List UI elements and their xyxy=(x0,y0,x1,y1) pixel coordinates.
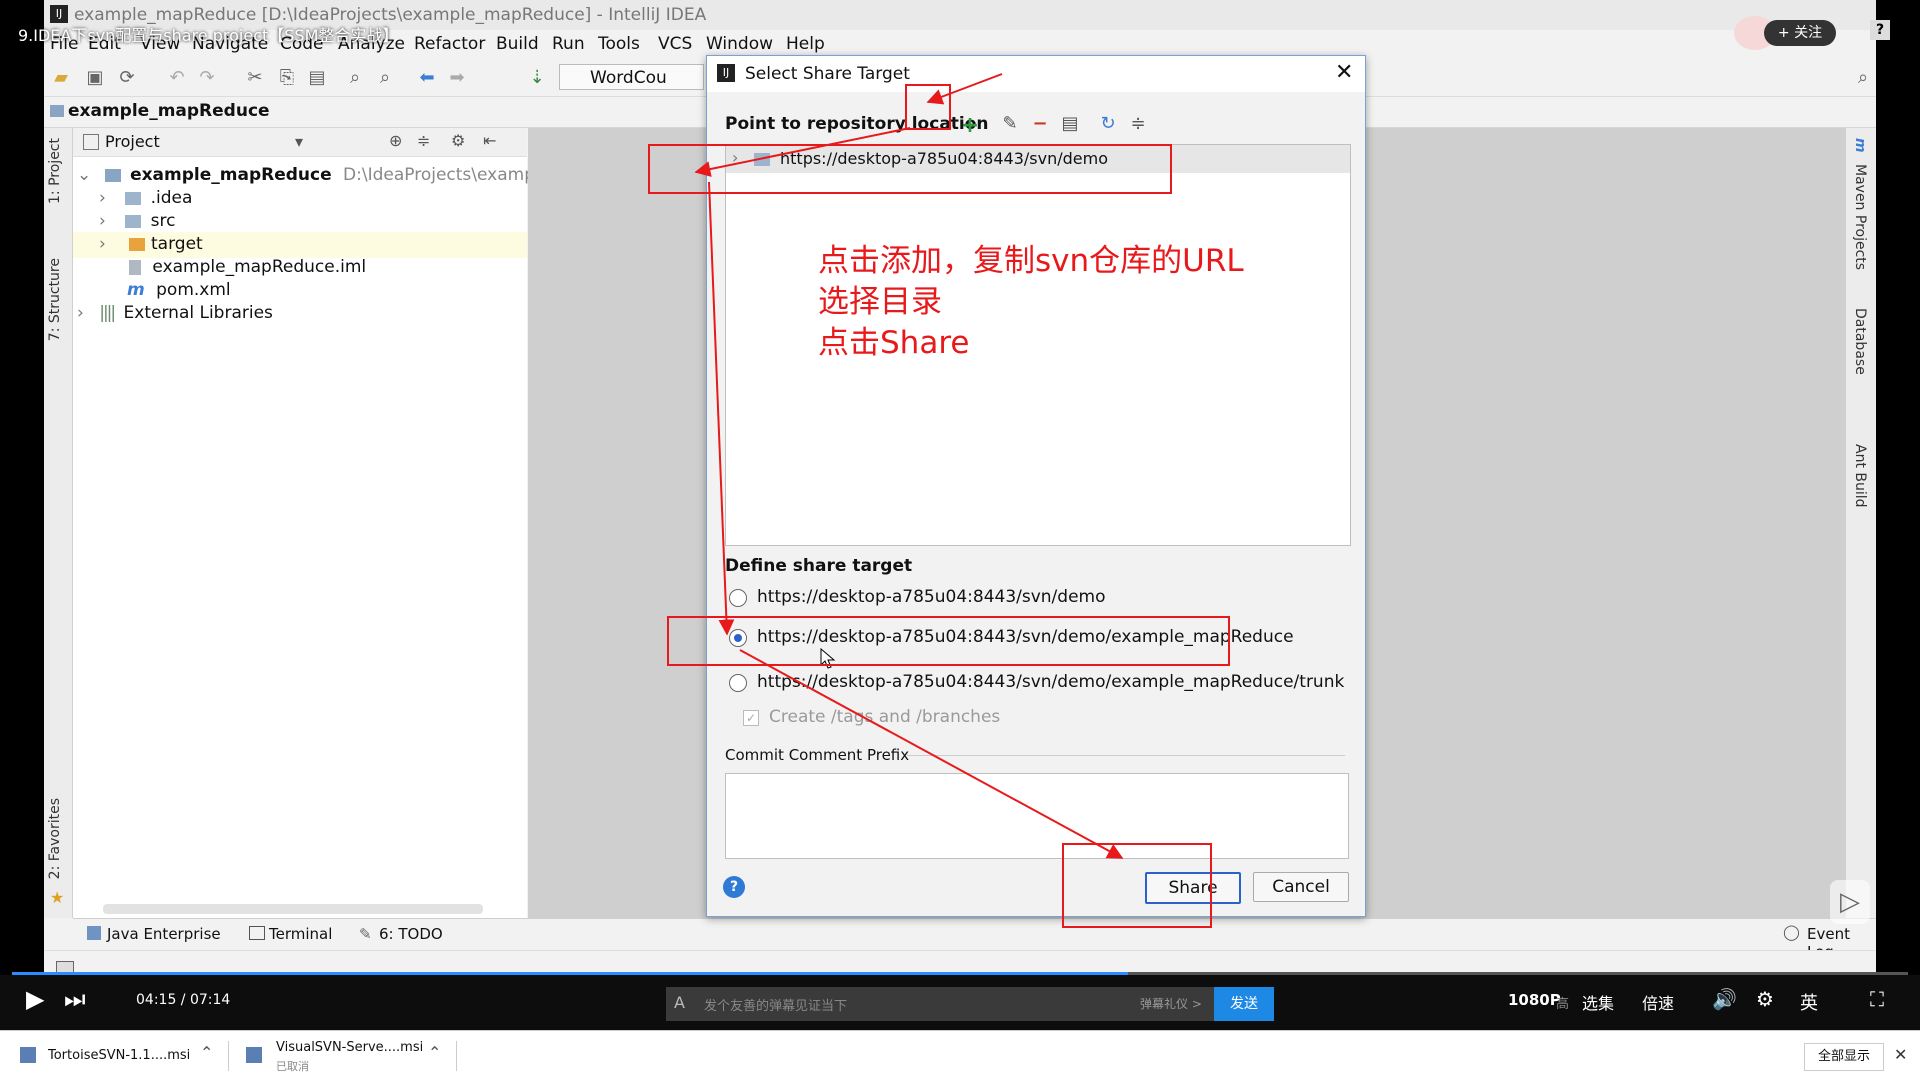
follow-button[interactable]: + 关注 xyxy=(1764,20,1836,46)
chevron-up-icon[interactable]: ⌃ xyxy=(428,1043,441,1062)
close-icon[interactable]: ✕ xyxy=(1894,1045,1907,1064)
installer-icon xyxy=(246,1047,262,1063)
download-item-2-status: 已取消 xyxy=(276,1060,309,1073)
episodes-button[interactable]: 选集 xyxy=(1582,990,1614,1014)
video-title: 9.IDEA下svn配置与share project【SSM整合实战】 xyxy=(18,26,399,45)
play-overlay-icon[interactable]: ▷ xyxy=(1830,880,1870,924)
download-item-2[interactable]: VisualSVN-Serve....msi xyxy=(276,1040,423,1055)
chevron-up-icon[interactable]: ⌃ xyxy=(200,1043,213,1062)
danmaku-style-icon[interactable]: A xyxy=(674,993,685,1012)
play-icon[interactable]: ▶ xyxy=(26,985,44,1013)
annotation-line-1: 点击添加，复制svn仓库的URL xyxy=(818,243,1244,279)
send-danmaku-button[interactable]: 发送 xyxy=(1214,987,1274,1021)
show-all-downloads-button[interactable]: 全部显示 xyxy=(1804,1043,1884,1071)
annotation-text: 点击添加，复制svn仓库的URL 选择目录 点击Share xyxy=(818,241,1244,364)
annotation-line-3: 点击Share xyxy=(818,325,970,361)
annotation-line-2: 选择目录 xyxy=(818,284,942,320)
annotation-arrows xyxy=(694,73,1124,859)
video-time: 04:15 / 07:14 xyxy=(136,992,231,1008)
danmaku-input[interactable]: A 发个友善的弹幕见证当下 弹幕礼仪 > xyxy=(666,987,1214,1021)
video-control-bar: ▶ ⏭ 04:15 / 07:14 A 发个友善的弹幕见证当下 弹幕礼仪 > 发… xyxy=(0,975,1920,1030)
danmaku-placeholder: 发个友善的弹幕见证当下 xyxy=(704,999,848,1014)
download-item-1[interactable]: TortoiseSVN-1.1....msi xyxy=(48,1048,190,1063)
divider xyxy=(228,1041,229,1071)
fullscreen-icon[interactable]: ⛶ xyxy=(1870,987,1884,1011)
installer-icon xyxy=(20,1047,36,1063)
subtitle-language-button[interactable]: 英 xyxy=(1800,989,1818,1015)
quality-select[interactable]: 1080P xyxy=(1508,991,1561,1009)
next-icon[interactable]: ⏭ xyxy=(64,985,86,1013)
volume-icon[interactable]: 🔊 xyxy=(1712,987,1737,1011)
quality-suffix: 高 xyxy=(1556,997,1570,1012)
danmaku-etiquette-link[interactable]: 弹幕礼仪 > xyxy=(1140,995,1202,1012)
speed-button[interactable]: 倍速 xyxy=(1642,990,1674,1014)
settings-gear-icon[interactable]: ⚙ xyxy=(1756,987,1774,1011)
divider xyxy=(456,1041,457,1071)
help-question-icon[interactable]: ? xyxy=(1870,20,1890,40)
download-bar: TortoiseSVN-1.1....msi ⌃ VisualSVN-Serve… xyxy=(0,1030,1920,1081)
